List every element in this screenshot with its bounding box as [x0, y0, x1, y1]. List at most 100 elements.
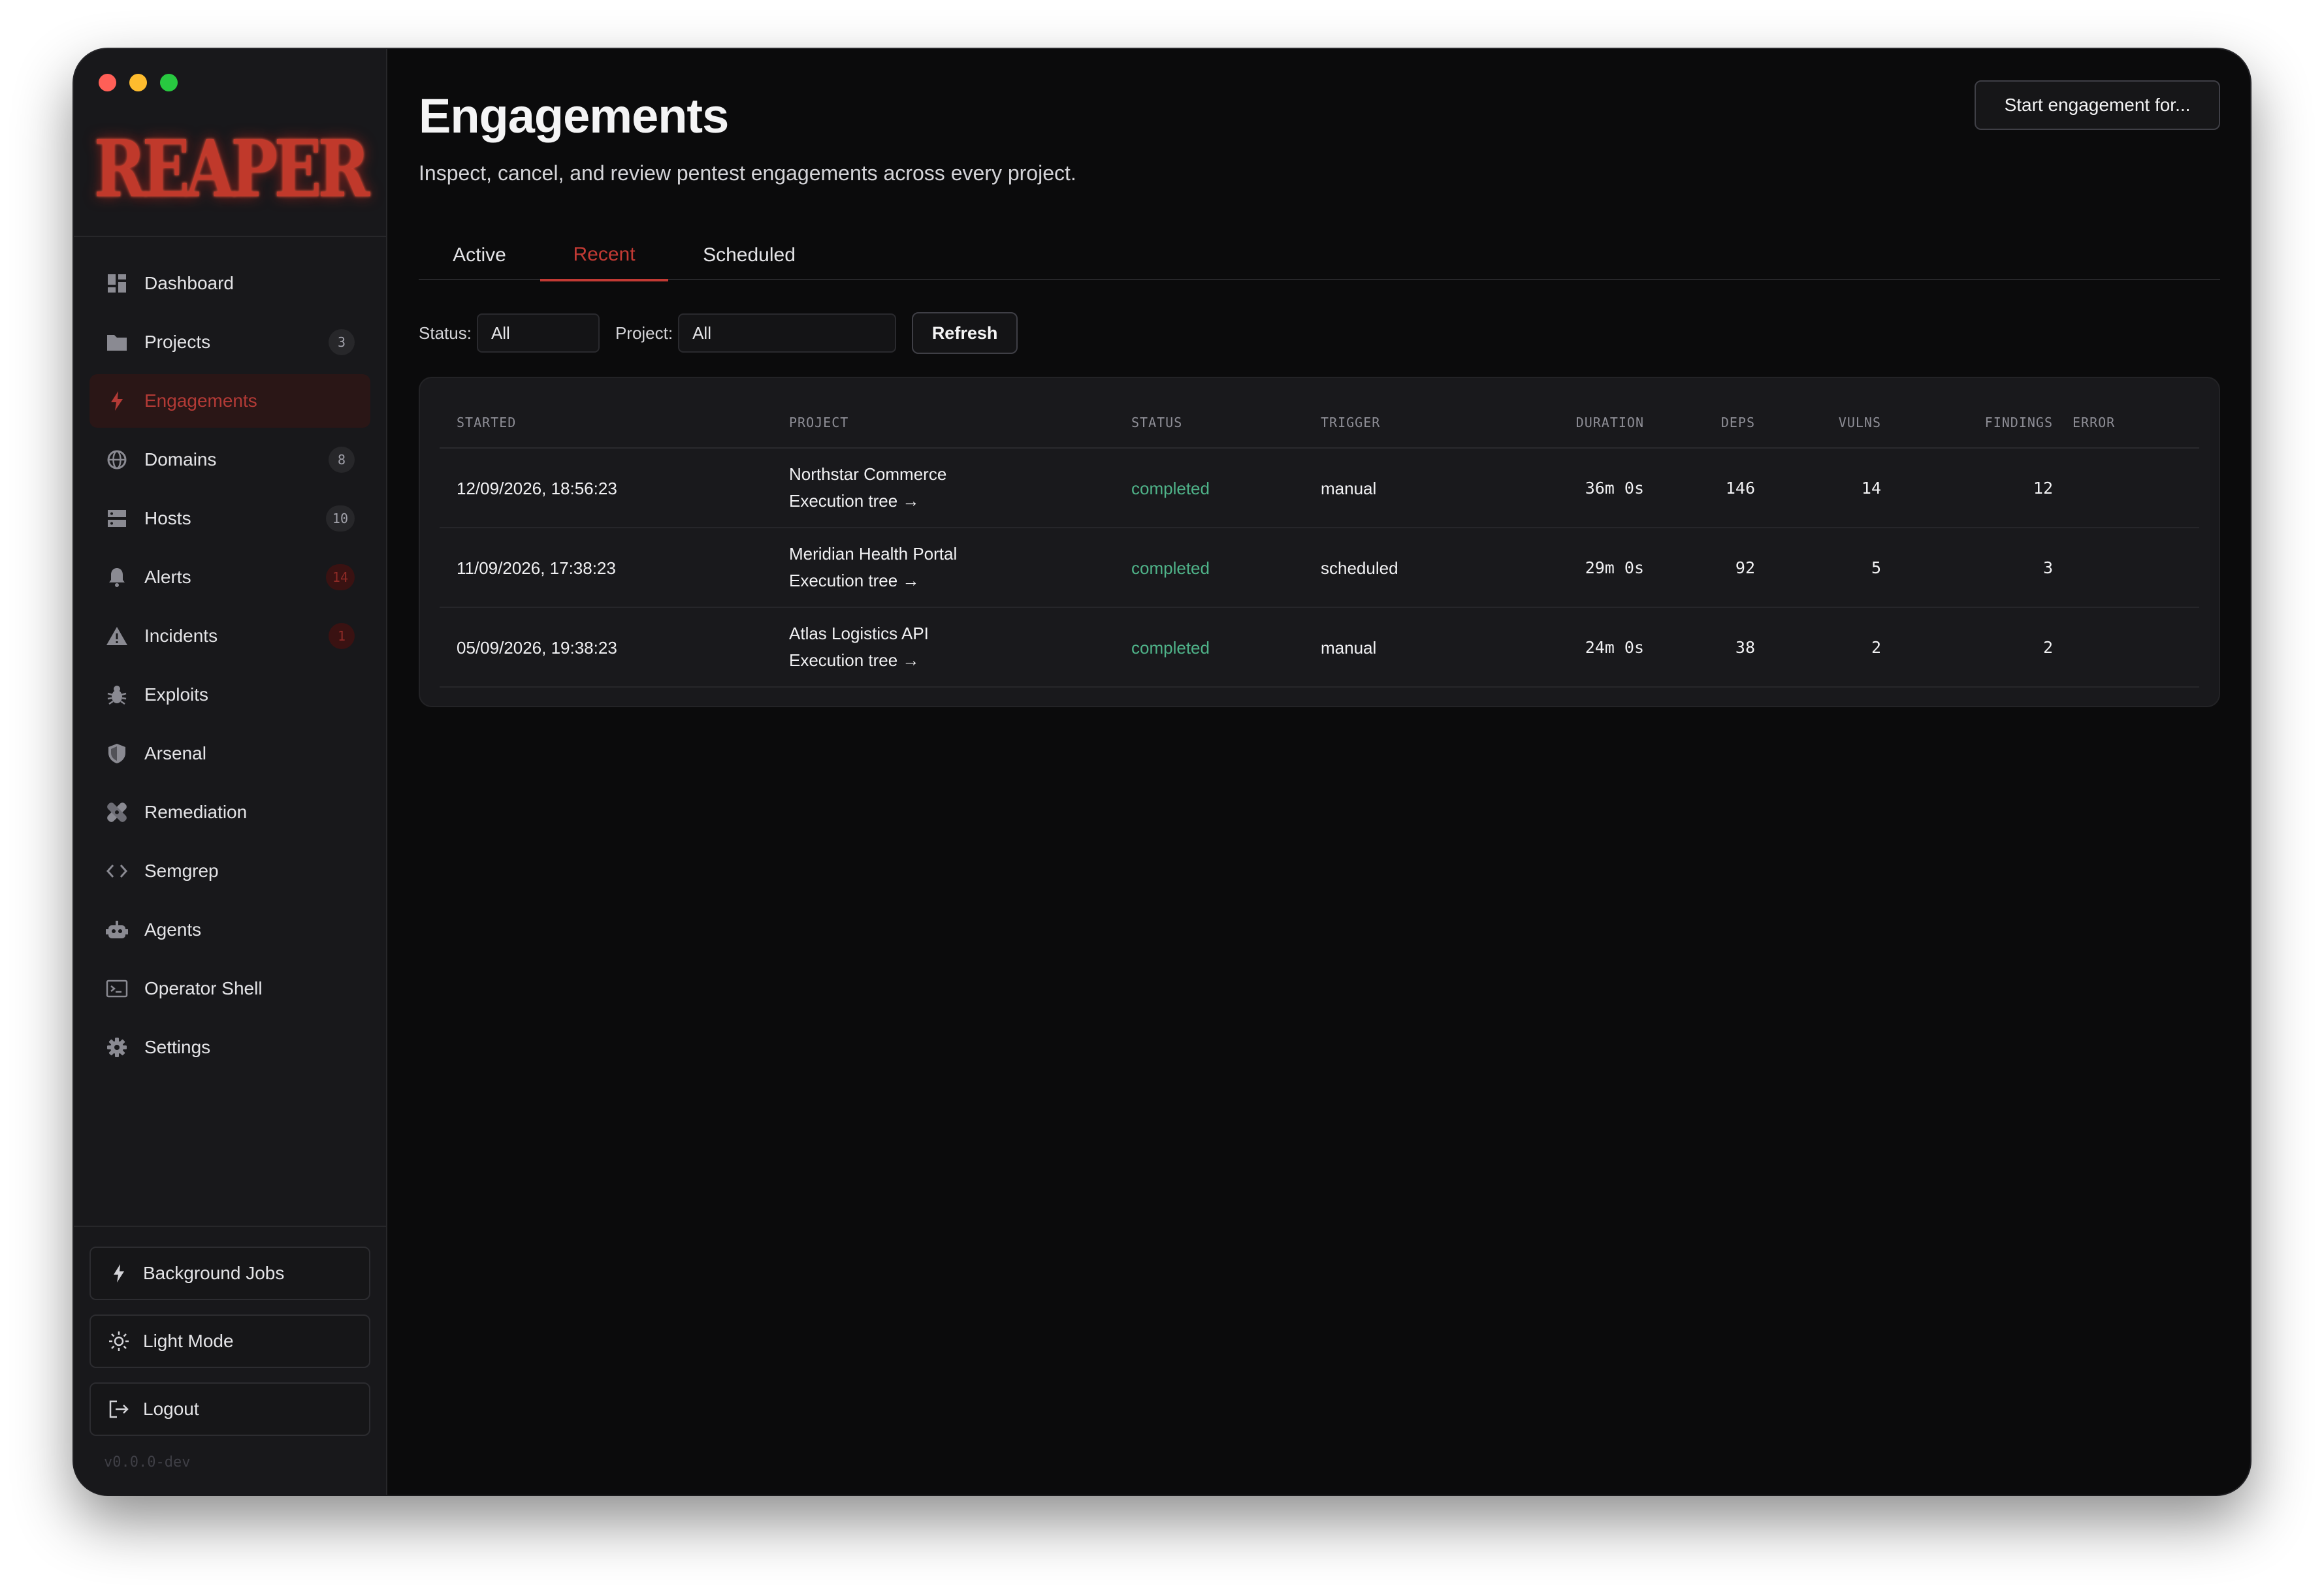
alert-count-badge: 14 [325, 564, 355, 590]
start-engagement-button[interactable]: Start engagement for... [1975, 80, 2220, 130]
sidebar-item-label: Hosts [144, 508, 191, 528]
page-subtitle: Inspect, cancel, and review pentest enga… [419, 161, 1076, 185]
project-name: Meridian Health Portal [789, 544, 958, 564]
main-content: Engagements Inspect, cancel, and review … [387, 49, 2250, 1495]
trigger-cell: manual [1321, 638, 1377, 658]
vulns-cell: 5 [1871, 558, 1881, 577]
globe-icon [104, 447, 130, 473]
bug-icon [104, 682, 130, 708]
execution-tree-link[interactable]: Execution tree → [789, 491, 946, 511]
folder-icon [104, 329, 130, 355]
sidebar-item-operator-shell[interactable]: Operator Shell [89, 962, 370, 1015]
project-cell: Northstar Commerce Execution tree → [789, 464, 946, 511]
duration-cell: 29m 0s [1585, 558, 1644, 577]
bell-icon [104, 564, 130, 590]
tab-active[interactable]: Active [419, 231, 540, 280]
sidebar-item-label: Engagements [144, 390, 257, 411]
close-window-button[interactable] [99, 74, 116, 91]
sidebar-item-hosts[interactable]: Hosts 10 [89, 492, 370, 545]
column-header-trigger: TRIGGER [1321, 415, 1381, 430]
sun-icon [108, 1330, 130, 1352]
logout-icon [108, 1398, 130, 1420]
warning-icon [104, 623, 130, 649]
version-label: v0.0.0-dev [104, 1454, 191, 1471]
status-filter-label: Status: [419, 323, 472, 343]
logout-button[interactable]: Logout [89, 1382, 370, 1436]
background-jobs-label: Background Jobs [143, 1263, 285, 1283]
table-row[interactable]: 05/09/2026, 19:38:23 Atlas Logistics API… [440, 608, 2199, 688]
terminal-icon [104, 976, 130, 1002]
column-header-project: PROJECT [789, 415, 849, 430]
column-header-error: ERROR [2073, 415, 2116, 430]
column-header-started: STARTED [457, 415, 517, 430]
sidebar-divider [74, 236, 386, 237]
sidebar-item-label: Alerts [144, 567, 191, 587]
sidebar-item-remediation[interactable]: Remediation [89, 786, 370, 839]
trigger-cell: manual [1321, 479, 1377, 498]
deps-cell: 92 [1735, 558, 1755, 577]
count-badge: 10 [325, 505, 355, 532]
sidebar-item-projects[interactable]: Projects 3 [89, 315, 370, 369]
status-cell: completed [1131, 479, 1210, 498]
sidebar-item-label: Exploits [144, 684, 209, 705]
sidebar-item-exploits[interactable]: Exploits [89, 668, 370, 722]
logo-text: REAPER [93, 122, 370, 215]
status-filter-select[interactable]: All [476, 313, 600, 353]
column-header-findings: FINDINGS [1984, 415, 2053, 430]
project-cell: Atlas Logistics API Execution tree → [789, 624, 929, 671]
bolt-icon [108, 1262, 130, 1284]
project-cell: Meridian Health Portal Execution tree → [789, 544, 957, 591]
sidebar-nav: Dashboard Projects 3 Engagements Domains… [89, 257, 370, 1079]
engagements-table: STARTED PROJECT STATUS TRIGGER DURATION … [419, 377, 2220, 707]
sidebar-item-engagements[interactable]: Engagements [89, 374, 370, 428]
sidebar-item-domains[interactable]: Domains 8 [89, 433, 370, 486]
sidebar-item-arsenal[interactable]: Arsenal [89, 727, 370, 780]
status-cell: completed [1131, 638, 1210, 658]
tab-bar: Active Recent Scheduled [419, 231, 2220, 281]
execution-tree-link[interactable]: Execution tree → [789, 571, 957, 591]
started-cell: 05/09/2026, 19:38:23 [457, 638, 617, 658]
count-badge: 8 [329, 447, 355, 473]
logout-label: Logout [143, 1399, 199, 1419]
maximize-window-button[interactable] [160, 74, 178, 91]
bolt-icon [104, 388, 130, 414]
sidebar-item-alerts[interactable]: Alerts 14 [89, 550, 370, 604]
project-name: Atlas Logistics API [789, 624, 929, 643]
sidebar-item-agents[interactable]: Agents [89, 903, 370, 957]
column-header-status: STATUS [1131, 415, 1183, 430]
page-title: Engagements [419, 89, 729, 143]
tab-scheduled[interactable]: Scheduled [668, 231, 830, 280]
sidebar-item-label: Settings [144, 1037, 211, 1057]
sidebar-item-semgrep[interactable]: Semgrep [89, 844, 370, 898]
table-row[interactable]: 11/09/2026, 17:38:23 Meridian Health Por… [440, 528, 2199, 608]
tab-recent[interactable]: Recent [540, 231, 668, 281]
execution-tree-link[interactable]: Execution tree → [789, 650, 929, 671]
deps-cell: 146 [1725, 479, 1755, 498]
sidebar-item-settings[interactable]: Settings [89, 1021, 370, 1074]
background-jobs-button[interactable]: Background Jobs [89, 1247, 370, 1300]
findings-cell: 12 [2033, 479, 2053, 498]
incident-count-badge: 1 [329, 623, 355, 649]
bandage-icon [104, 799, 130, 825]
window-controls [99, 74, 178, 91]
sidebar-item-label: Projects [144, 332, 211, 352]
refresh-button[interactable]: Refresh [912, 312, 1018, 354]
sidebar-item-incidents[interactable]: Incidents 1 [89, 609, 370, 663]
sidebar-item-label: Incidents [144, 626, 218, 646]
sidebar-item-dashboard[interactable]: Dashboard [89, 257, 370, 310]
table-row[interactable]: 12/09/2026, 18:56:23 Northstar Commerce … [440, 449, 2199, 528]
vulns-cell: 2 [1871, 638, 1881, 657]
shield-icon [104, 740, 130, 767]
sidebar-item-label: Domains [144, 449, 217, 470]
minimize-window-button[interactable] [129, 74, 147, 91]
gear-icon [104, 1034, 130, 1060]
column-header-deps: DEPS [1720, 415, 1755, 430]
table-header: STARTED PROJECT STATUS TRIGGER DURATION … [440, 404, 2199, 449]
code-icon [104, 858, 130, 884]
project-filter-select[interactable]: All [678, 313, 897, 353]
light-mode-button[interactable]: Light Mode [89, 1314, 370, 1368]
vulns-cell: 14 [1861, 479, 1881, 498]
count-badge: 3 [329, 329, 355, 355]
dashboard-icon [104, 270, 130, 296]
trigger-cell: scheduled [1321, 558, 1398, 578]
